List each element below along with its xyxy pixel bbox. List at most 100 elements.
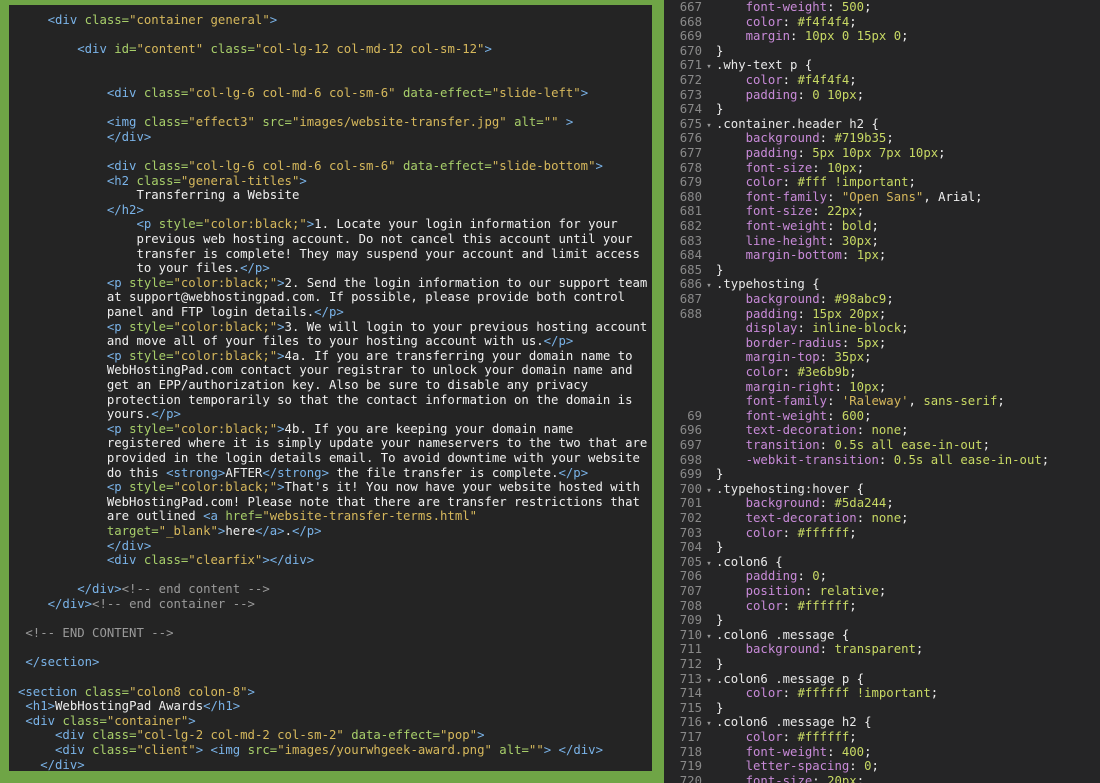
code-token: <strong> (166, 465, 226, 480)
css-code-line: 712} (664, 657, 1100, 672)
code-content: <div class="client"> <img src="images/yo… (18, 743, 603, 757)
code-token: ; (864, 350, 872, 365)
code-content: <p style="color:black;">4a. If you are t… (18, 349, 633, 363)
code-token: "website-transfer-terms.html" (262, 509, 478, 524)
code-token: class= (62, 713, 107, 728)
code-content: do this <strong>AFTER</strong> the file … (18, 466, 588, 480)
code-content: .why-text p { (716, 58, 812, 72)
code-content: -webkit-transition: 0.5s all ease-in-out… (716, 452, 1050, 467)
code-content: registered where it is simply update you… (18, 436, 647, 450)
code-content: </div><!-- end container --> (18, 597, 255, 611)
css-code-line: 678 font-size: 10px; (664, 161, 1100, 176)
code-content: padding: 0; (716, 569, 827, 583)
code-token: #719b35 (834, 131, 887, 146)
html-editor-pane[interactable]: <div class="container general"> <div id=… (9, 5, 652, 771)
line-number: 673 (679, 87, 702, 102)
code-content: WebHostingPad.com contact your registrar… (18, 363, 633, 378)
code-token: margin (745, 29, 791, 44)
code-content: border-radius: 5px; (716, 336, 887, 350)
line-number: 686 (679, 277, 702, 292)
code-content: .colon6 .message p { (716, 672, 864, 686)
css-code-line: color: #3e6b9b; (664, 365, 1100, 380)
code-token: : (797, 146, 813, 160)
code-token: ; (878, 248, 887, 263)
code-content: </div><!-- end content --> (18, 582, 270, 596)
code-token: 5px 10px 7px 10px (812, 146, 939, 160)
line-number: 681 (679, 204, 702, 219)
code-token: ; (930, 686, 939, 701)
line-number: 677 (679, 146, 702, 160)
line-number: 668 (679, 14, 702, 29)
css-code-line: 696 text-decoration: none; (664, 423, 1100, 438)
code-token: src= (262, 115, 292, 130)
code-token: class= (210, 42, 255, 57)
css-editor-pane[interactable]: 667 font-weight: 500; 668 color: #f4f4f4;… (664, 0, 1100, 783)
html-code-line: </div> (9, 130, 652, 145)
line-number: 710 (679, 627, 702, 642)
line-number: 698 (679, 452, 702, 467)
code-token: > (247, 684, 255, 699)
code-token: color (745, 730, 783, 744)
code-token: : (782, 14, 798, 29)
code-token: font-family (745, 394, 828, 409)
code-token: <p (106, 480, 130, 495)
code-token: ; (856, 87, 865, 102)
code-token: #ffffff (797, 730, 850, 744)
code-token: "container general" (129, 13, 270, 27)
code-content: <h2 class="general-titles"> (18, 174, 307, 188)
code-token: 22px (827, 204, 857, 219)
line-number: 717 (679, 730, 702, 744)
code-token: } (716, 102, 724, 117)
code-token: background (745, 642, 820, 657)
code-token: : (819, 438, 835, 452)
code-token: bold (841, 219, 872, 233)
code-token: data-effect= (351, 728, 441, 743)
line-number: 701 (679, 496, 702, 511)
code-content: <div class="container"> (18, 713, 195, 728)
line-number: 704 (679, 540, 702, 555)
code-token: <!-- end content --> (121, 582, 270, 597)
code-token: 0 (864, 759, 872, 774)
code-token: <img (210, 743, 248, 757)
code-token: registered where it is simply update you… (106, 436, 648, 451)
code-content: color: #ffffff; (716, 599, 857, 613)
css-code-line: 708 color: #ffffff; (664, 599, 1100, 614)
html-code-line (9, 28, 652, 43)
line-number: 703 (679, 525, 702, 540)
html-code-line: <div class="client"> <img src="images/yo… (9, 743, 652, 758)
code-token: : (834, 379, 850, 394)
code-token: <div (55, 743, 93, 757)
code-token: : (841, 248, 857, 263)
code-token: </a> (254, 524, 285, 538)
code-content: color: #f4f4f4; (716, 15, 857, 29)
code-token: ; (908, 175, 916, 190)
code-token: -webkit-transition (745, 452, 879, 467)
code-token: .colon6 .message (716, 627, 842, 642)
code-content: transition: 0.5s all ease-in-out; (716, 438, 990, 452)
code-token: color (745, 686, 783, 701)
html-code-line: WebHostingPad.com! Please note that ther… (9, 495, 652, 510)
code-content: <p style="color:black;">1. Locate your l… (18, 217, 617, 231)
css-code-line: 676 background: #719b35; (664, 131, 1100, 146)
code-token: ; (856, 204, 865, 219)
code-content: font-family: 'Raleway', sans-serif; (716, 394, 1005, 408)
code-token: ; (901, 321, 909, 336)
code-token: : (812, 773, 828, 783)
code-token: WebHostingPad.com contact your registrar… (106, 363, 633, 378)
code-token: ; (878, 584, 887, 598)
code-token: none (871, 423, 902, 438)
code-token: ; (901, 423, 909, 438)
code-token: ; (864, 408, 872, 423)
code-content: provided in the login details email. To … (18, 451, 640, 465)
html-code-line: <div class="container general"> (9, 13, 652, 28)
